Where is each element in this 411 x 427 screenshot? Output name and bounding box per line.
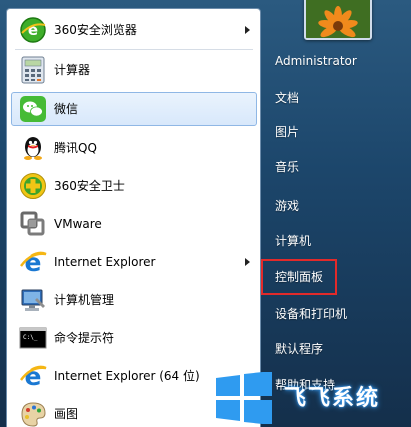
vmware-icon <box>18 209 48 239</box>
program-item-internet-explorer[interactable]: e Internet Explorer <box>11 245 257 279</box>
command-prompt-icon: C:\_ <box>18 323 48 353</box>
control-panel-highlight <box>261 259 337 295</box>
360-safe-guard-icon <box>18 171 48 201</box>
paint-icon <box>18 399 48 427</box>
svg-text:C:\_: C:\_ <box>23 334 38 341</box>
user-avatar[interactable] <box>304 0 372 40</box>
menu-item-games[interactable]: 游戏 <box>275 197 299 214</box>
program-label: 命令提示符 <box>54 331 115 345</box>
qq-penguin-icon <box>18 133 48 163</box>
wechat-icon <box>18 94 48 124</box>
windows-logo-icon <box>214 371 274 427</box>
programs-pane: e 360安全浏览器 计算器 微信 腾讯QQ 360安全卫士 VMware e … <box>6 8 261 427</box>
watermark-text: 飞飞系统 <box>284 386 381 411</box>
menu-item-music[interactable]: 音乐 <box>275 158 299 175</box>
menu-item-documents[interactable]: 文档 <box>275 89 299 106</box>
menu-item-devices-printers[interactable]: 设备和打印机 <box>275 305 347 322</box>
program-label: 360安全浏览器 <box>54 23 137 37</box>
program-label: 画图 <box>54 407 79 421</box>
internet-explorer-icon: e <box>18 247 48 277</box>
menu-item-pictures[interactable]: 图片 <box>275 123 299 140</box>
internet-explorer-icon: e <box>18 361 48 391</box>
program-label: Internet Explorer (64 位) <box>54 369 200 383</box>
program-item-360-safe[interactable]: 360安全卫士 <box>11 169 257 203</box>
program-label: Internet Explorer <box>54 255 156 269</box>
divider <box>15 49 253 50</box>
program-label: 计算器 <box>54 63 91 77</box>
program-item-qq[interactable]: 腾讯QQ <box>11 131 257 165</box>
menu-item-default-programs[interactable]: 默认程序 <box>275 340 323 357</box>
program-item-calculator[interactable]: 计算器 <box>11 53 257 87</box>
menu-item-computer[interactable]: 计算机 <box>275 232 311 249</box>
computer-management-icon <box>18 285 48 315</box>
program-item-computer-management[interactable]: 计算机管理 <box>11 283 257 317</box>
program-item-360-browser[interactable]: e 360安全浏览器 <box>11 13 257 47</box>
watermark: 飞飞系统 <box>214 371 411 427</box>
program-label: 360安全卫士 <box>54 179 125 193</box>
program-item-command-prompt[interactable]: C:\_ 命令提示符 <box>11 321 257 355</box>
calculator-icon <box>18 55 48 85</box>
program-label: 计算机管理 <box>54 293 115 307</box>
program-label: 腾讯QQ <box>54 141 97 155</box>
program-item-wechat[interactable]: 微信 <box>11 92 257 126</box>
360-browser-icon: e <box>18 15 48 45</box>
program-label: 微信 <box>54 102 79 116</box>
places-pane: Administrator 文档 图片 音乐 游戏 计算机 控制面板 设备和打印… <box>261 0 411 427</box>
program-label: VMware <box>54 217 102 231</box>
start-menu: e 360安全浏览器 计算器 微信 腾讯QQ 360安全卫士 VMware e … <box>0 0 411 427</box>
submenu-arrow-icon <box>245 258 250 266</box>
submenu-arrow-icon <box>245 26 250 34</box>
user-name-link[interactable]: Administrator <box>275 54 357 68</box>
program-item-vmware[interactable]: VMware <box>11 207 257 241</box>
